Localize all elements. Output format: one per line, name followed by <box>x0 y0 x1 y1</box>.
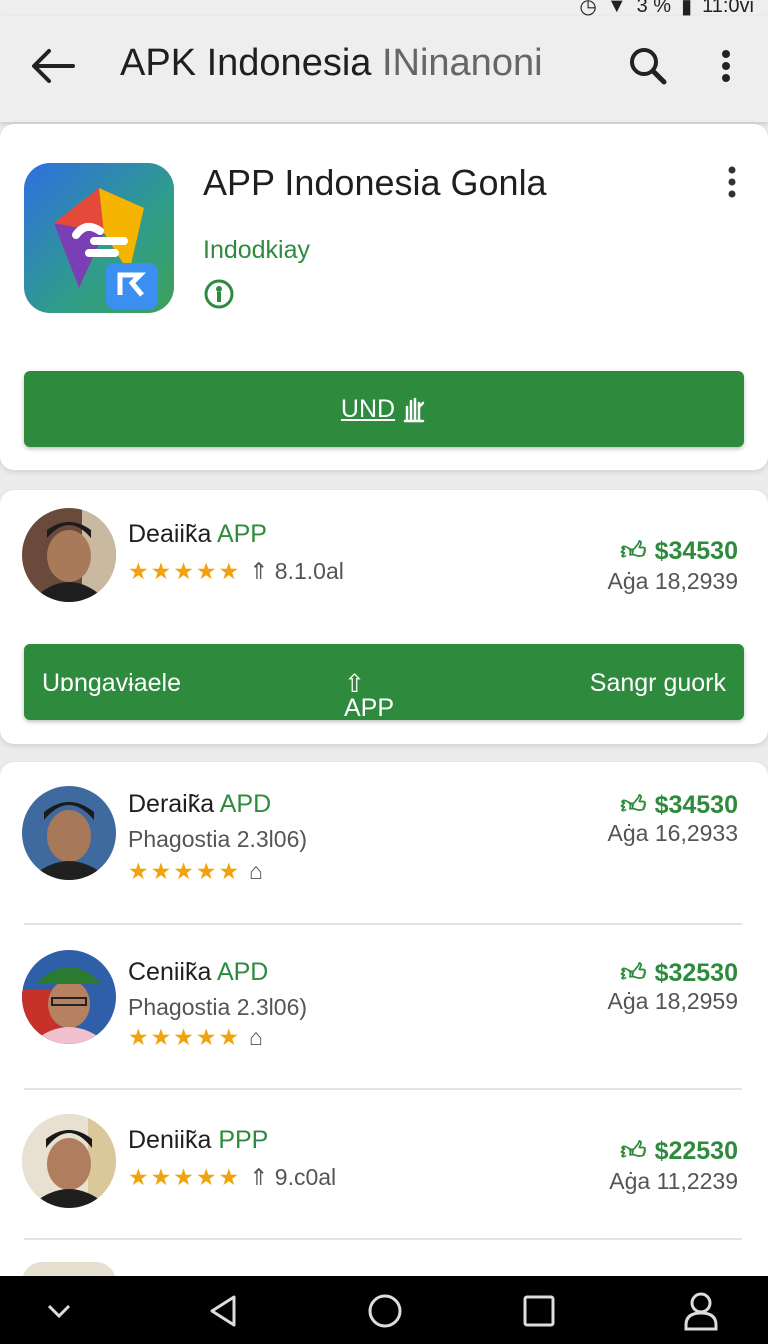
divider <box>24 923 742 925</box>
list-item[interactable]: Deniik̃a PPP ★ ★ ★ ★ ★ ⇑ 9.c0al 👍︎ $22530 Aġa… <box>0 1092 768 1240</box>
rating-stars: ★ ★ ★ ★ ★ ⇑ 9.c0al <box>128 1164 336 1191</box>
star-icon: ★ <box>173 858 194 884</box>
avatar <box>22 786 116 880</box>
rating-stars: ★ ★ ★ ★ ★ ⌂ <box>128 858 263 885</box>
avatar <box>22 950 116 1044</box>
star-icon: ★ <box>218 558 240 584</box>
star-icon: ★ <box>195 1164 217 1190</box>
list-item[interactable]: Ceniik̃a APD Phagostia 2.3l06) ★ ★ ★ ★ ★ ⌂ 👍… <box>0 926 768 1086</box>
action-center-button[interactable]: APP ⇧ <box>344 669 394 722</box>
page-title: APK Indonesia INinanoni <box>120 42 543 85</box>
more-vert-icon <box>728 166 736 198</box>
star-icon: ★ <box>173 1164 194 1190</box>
app-subtitle: Phagostia 2.3l06) <box>128 826 308 852</box>
page-title-sub: INinanoni <box>381 42 543 84</box>
star-icon: ★ <box>195 1024 217 1050</box>
app-name: Deaiik̃a APP <box>128 520 267 548</box>
collapse-nav-button[interactable] <box>34 1286 84 1336</box>
price: 👍︎ $34530 <box>620 536 738 566</box>
star-icon: ★ <box>218 1164 240 1190</box>
search-button[interactable] <box>622 40 674 92</box>
info-badge-icon <box>204 279 234 309</box>
app-title: APP Indonesia Gonla <box>203 162 547 203</box>
thumbs-up-icon: 👍︎ <box>620 1137 647 1165</box>
thumbs-up-icon: 👍︎ <box>620 537 647 565</box>
more-vert-icon <box>722 50 730 82</box>
star-icon: ★ <box>218 1024 240 1050</box>
circle-home-icon <box>368 1294 402 1328</box>
price: 👍︎ $34530 <box>620 790 738 820</box>
download-hand-icon <box>403 397 425 423</box>
app-name: Deraik̃a APD <box>128 790 272 818</box>
star-icon: ★ <box>218 858 240 884</box>
star-icon: ★ <box>150 1164 172 1190</box>
install-button[interactable]: UND <box>24 371 744 447</box>
star-icon: ★ <box>150 858 172 884</box>
install-button-label: UND <box>340 394 396 423</box>
rating-meta: ⇑ 8.1.0al <box>249 558 344 584</box>
star-icon: ★ <box>150 558 172 584</box>
app-name: Ceniik̃a APD <box>128 958 269 986</box>
price: 👍︎ $22530 <box>620 1136 738 1166</box>
triangle-back-icon <box>210 1295 236 1327</box>
featured-action-bar: Uɒngavɨaele APP ⇧ Sangr guork <box>24 644 744 722</box>
star-icon: ★ <box>173 1024 194 1050</box>
download-count: Aġa 18,2959 <box>607 988 738 1014</box>
app-name: Deniik̃a PPP <box>128 1126 269 1154</box>
thumbs-up-icon: 👍︎ <box>620 959 647 987</box>
star-icon: ★ <box>128 1164 149 1190</box>
page-title-main: APK Indonesia <box>120 42 372 84</box>
star-icon: ★ <box>128 858 149 884</box>
download-count: Aġa 11,2239 <box>609 1168 738 1194</box>
app-header-card: APP Indonesia Gonla Indodkiay UND <box>0 124 768 470</box>
rating-meta: ⇑ 9.c0al <box>249 1164 337 1190</box>
star-icon: ★ <box>195 558 217 584</box>
chevron-down-icon <box>47 1304 71 1319</box>
thumbs-up-icon: 👍︎ <box>620 791 647 819</box>
app-list: Deraik̃a APD Phagostia 2.3l06) ★ ★ ★ ★ ★ ⌂ 👍… <box>0 762 768 1282</box>
nav-back-button[interactable] <box>198 1286 248 1336</box>
download-count: Aġa 18,2939 <box>607 568 738 594</box>
list-item[interactable]: Deraik̃a APD Phagostia 2.3l06) ★ ★ ★ ★ ★ ⌂ 👍… <box>0 762 768 922</box>
trend-icon: ⌂ <box>249 858 264 884</box>
app-bar: APK Indonesia INinanoni <box>0 16 768 122</box>
action-right-button[interactable]: Sangr guork <box>590 669 726 698</box>
avatar <box>22 508 116 602</box>
back-button[interactable] <box>26 40 78 92</box>
star-icon: ★ <box>173 558 194 584</box>
overflow-menu-button[interactable] <box>706 40 746 92</box>
nav-home-button[interactable] <box>360 1286 410 1336</box>
star-icon: ★ <box>195 858 217 884</box>
developer-link[interactable]: Indodkiay <box>203 236 310 265</box>
trend-icon: ⌂ <box>249 1024 264 1050</box>
featured-app-card[interactable]: Deaiik̃a APP ★ ★ ★ ★ ★ ⇑ 8.1.0al 👍︎ $34530 A… <box>0 490 768 744</box>
square-recents-icon <box>523 1295 555 1327</box>
price: 👍︎ $32530 <box>620 958 738 988</box>
rating-stars: ★ ★ ★ ★ ★ ⇑ 8.1.0al <box>128 558 344 585</box>
search-icon <box>630 48 667 85</box>
app-subtitle: Phagostia 2.3l06) <box>128 994 308 1020</box>
arrow-back-icon <box>32 49 75 83</box>
download-count: Aġa 16,2933 <box>607 820 738 846</box>
app-more-button[interactable] <box>716 162 748 202</box>
star-icon: ★ <box>128 1024 149 1050</box>
action-left-button[interactable]: Uɒngavɨaele <box>42 669 181 698</box>
person-icon <box>684 1292 718 1331</box>
avatar <box>22 1114 116 1208</box>
system-nav-bar <box>0 1276 768 1344</box>
nav-account-button[interactable] <box>676 1286 726 1336</box>
nav-recents-button[interactable] <box>514 1286 564 1336</box>
app-logo-icon <box>24 163 174 313</box>
star-icon: ★ <box>150 1024 172 1050</box>
star-icon: ★ <box>128 558 149 584</box>
rating-stars: ★ ★ ★ ★ ★ ⌂ <box>128 1024 263 1051</box>
divider <box>24 1088 742 1090</box>
status-bar: ◷ ▼ 3 % ▮ 11:0vi <box>0 0 768 18</box>
divider <box>24 1238 742 1240</box>
